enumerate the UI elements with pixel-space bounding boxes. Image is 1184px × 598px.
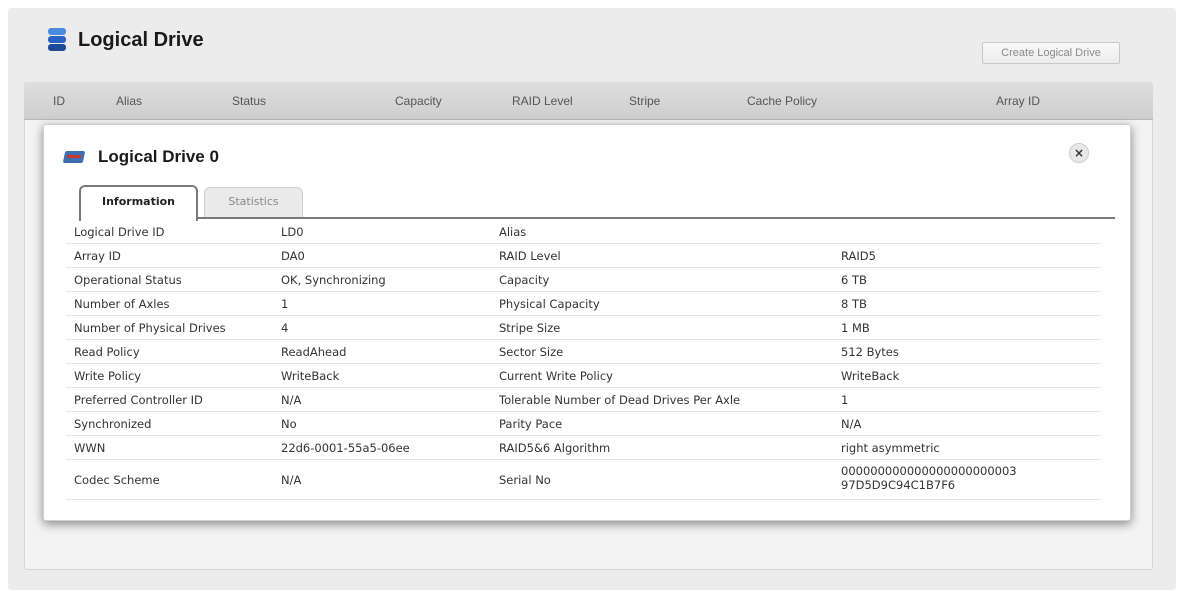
table-row: Number of Axles 1 Physical Capacity 8 TB <box>66 292 1101 316</box>
column-header-raid-level[interactable]: RAID Level <box>512 94 573 108</box>
close-icon[interactable]: × <box>1069 143 1089 163</box>
tab-bar: Information Statistics <box>79 185 1115 221</box>
field-value: RAID5 <box>841 249 876 263</box>
hard-drive-icon <box>62 149 86 165</box>
field-label: Logical Drive ID <box>74 225 165 239</box>
column-header-capacity[interactable]: Capacity <box>395 94 442 108</box>
modal-header: Logical Drive 0 <box>62 147 219 167</box>
create-logical-drive-button[interactable]: Create Logical Drive <box>982 42 1120 64</box>
page-header: Logical Drive <box>48 28 204 52</box>
field-label: Codec Scheme <box>74 473 160 487</box>
tab-statistics[interactable]: Statistics <box>204 187 303 217</box>
column-header-cache-policy[interactable]: Cache Policy <box>747 94 817 108</box>
field-value: 1 <box>281 297 289 311</box>
field-label: WWN <box>74 441 106 455</box>
field-label: Alias <box>499 225 527 239</box>
field-value: N/A <box>281 473 302 487</box>
table-row: WWN 22d6-0001-55a5-06ee RAID5&6 Algorithm r… <box>66 436 1101 460</box>
table-row: Operational Status OK, Synchronizing Capac… <box>66 268 1101 292</box>
field-value: 1 MB <box>841 321 870 335</box>
field-value: DA0 <box>281 249 305 263</box>
table-row: Number of Physical Drives 4 Stripe Size 1 M… <box>66 316 1101 340</box>
field-value: No <box>281 417 297 431</box>
column-header-stripe[interactable]: Stripe <box>629 94 660 108</box>
field-value: WriteBack <box>841 369 900 383</box>
field-label: Parity Pace <box>499 417 563 431</box>
field-label: Serial No <box>499 473 551 487</box>
field-value: 22d6-0001-55a5-06ee <box>281 441 410 455</box>
field-label: Write Policy <box>74 369 142 383</box>
column-header-alias[interactable]: Alias <box>116 94 142 108</box>
column-header-status[interactable]: Status <box>232 94 266 108</box>
field-label: Number of Axles <box>74 297 170 311</box>
table-row: Read Policy ReadAhead Sector Size 512 Bytes <box>66 340 1101 364</box>
logical-drive-detail-modal: Logical Drive 0 × Information Statistics… <box>43 124 1131 521</box>
field-label: Preferred Controller ID <box>74 393 203 407</box>
field-value: 4 <box>281 321 289 335</box>
table-row: Preferred Controller ID N/A Tolerable Numb… <box>66 388 1101 412</box>
logical-drive-icon <box>48 28 66 52</box>
field-label: Operational Status <box>74 273 182 287</box>
tab-information[interactable]: Information <box>79 185 198 221</box>
field-value: right asymmetric <box>841 441 940 455</box>
field-value: 000000000000000000000003 97D5D9C94C1B7F6 <box>841 464 1017 492</box>
field-label: RAID5&6 Algorithm <box>499 441 611 455</box>
field-value: OK, Synchronizing <box>281 273 386 287</box>
table-row: Array ID DA0 RAID Level RAID5 <box>66 244 1101 268</box>
field-value: LD0 <box>281 225 304 239</box>
table-row: Synchronized No Parity Pace N/A <box>66 412 1101 436</box>
page-title: Logical Drive <box>78 28 204 51</box>
information-table: Logical Drive ID LD0 Alias Array ID DA0 RAID … <box>66 220 1101 500</box>
field-label: Physical Capacity <box>499 297 600 311</box>
field-label: RAID Level <box>499 249 561 263</box>
field-value: N/A <box>841 417 862 431</box>
field-label: Tolerable Number of Dead Drives Per Axle <box>499 393 741 407</box>
field-value: 8 TB <box>841 297 867 311</box>
field-label: Array ID <box>74 249 121 263</box>
table-row: Logical Drive ID LD0 Alias <box>66 220 1101 244</box>
field-value: ReadAhead <box>281 345 347 359</box>
table-header: ID Alias Status Capacity RAID Level Stri… <box>24 82 1153 120</box>
field-label: Number of Physical Drives <box>74 321 226 335</box>
field-label: Stripe Size <box>499 321 561 335</box>
field-label: Current Write Policy <box>499 369 613 383</box>
column-header-array-id[interactable]: Array ID <box>996 94 1040 108</box>
field-label: Synchronized <box>74 417 152 431</box>
field-label: Capacity <box>499 273 550 287</box>
modal-title: Logical Drive 0 <box>98 147 219 166</box>
column-header-id[interactable]: ID <box>53 94 65 108</box>
table-row: Codec Scheme N/A Serial No 0000000000000000… <box>66 460 1101 500</box>
field-value: WriteBack <box>281 369 340 383</box>
field-label: Sector Size <box>499 345 564 359</box>
field-value: N/A <box>281 393 302 407</box>
table-row: Write Policy WriteBack Current Write Polic… <box>66 364 1101 388</box>
field-value: 6 TB <box>841 273 867 287</box>
field-value: 1 <box>841 393 849 407</box>
field-label: Read Policy <box>74 345 140 359</box>
field-value: 512 Bytes <box>841 345 899 359</box>
